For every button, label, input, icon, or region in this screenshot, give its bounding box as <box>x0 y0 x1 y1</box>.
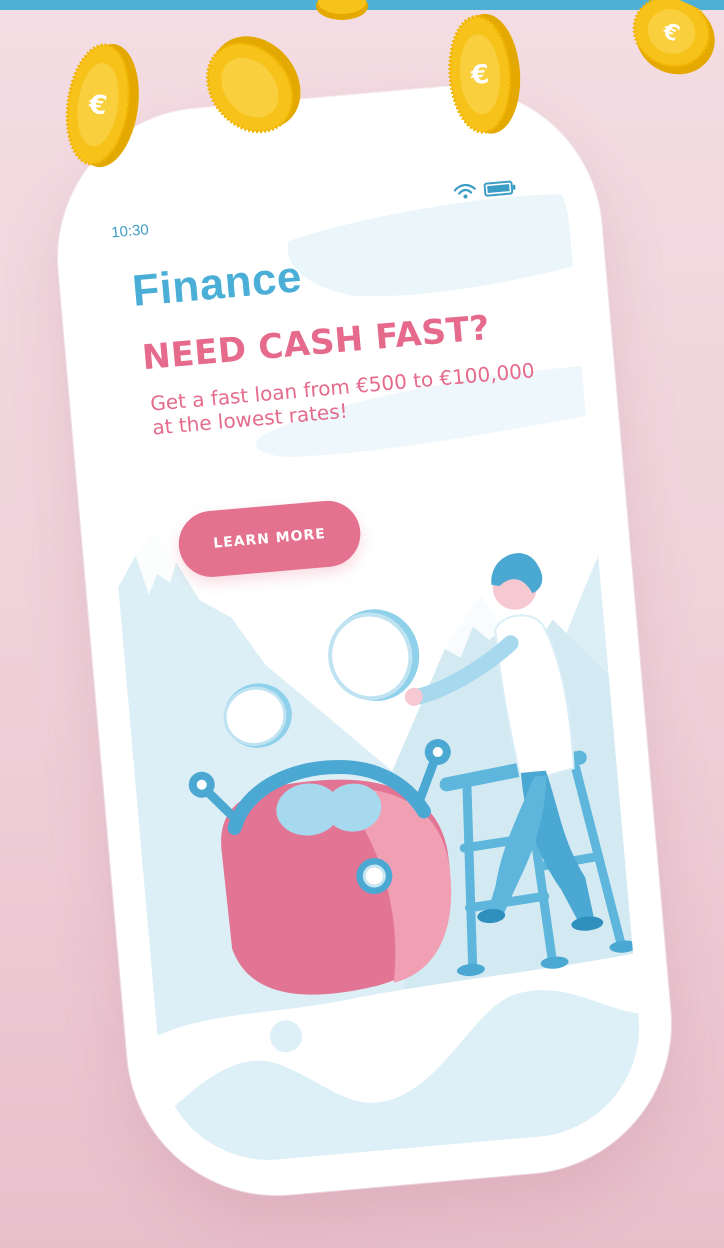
euro-coin-icon: € <box>440 7 529 140</box>
euro-coin-icon <box>312 0 372 24</box>
phone-screen: 10:30 Finance NEED CASH FAST? Get a fast… <box>80 116 649 1170</box>
battery-icon <box>483 179 516 198</box>
status-time: 10:30 <box>110 221 150 242</box>
cloud-shape <box>287 194 573 297</box>
euro-coin-icon: € <box>612 0 724 96</box>
wifi-icon <box>453 183 476 201</box>
euro-symbol: € <box>469 60 490 91</box>
